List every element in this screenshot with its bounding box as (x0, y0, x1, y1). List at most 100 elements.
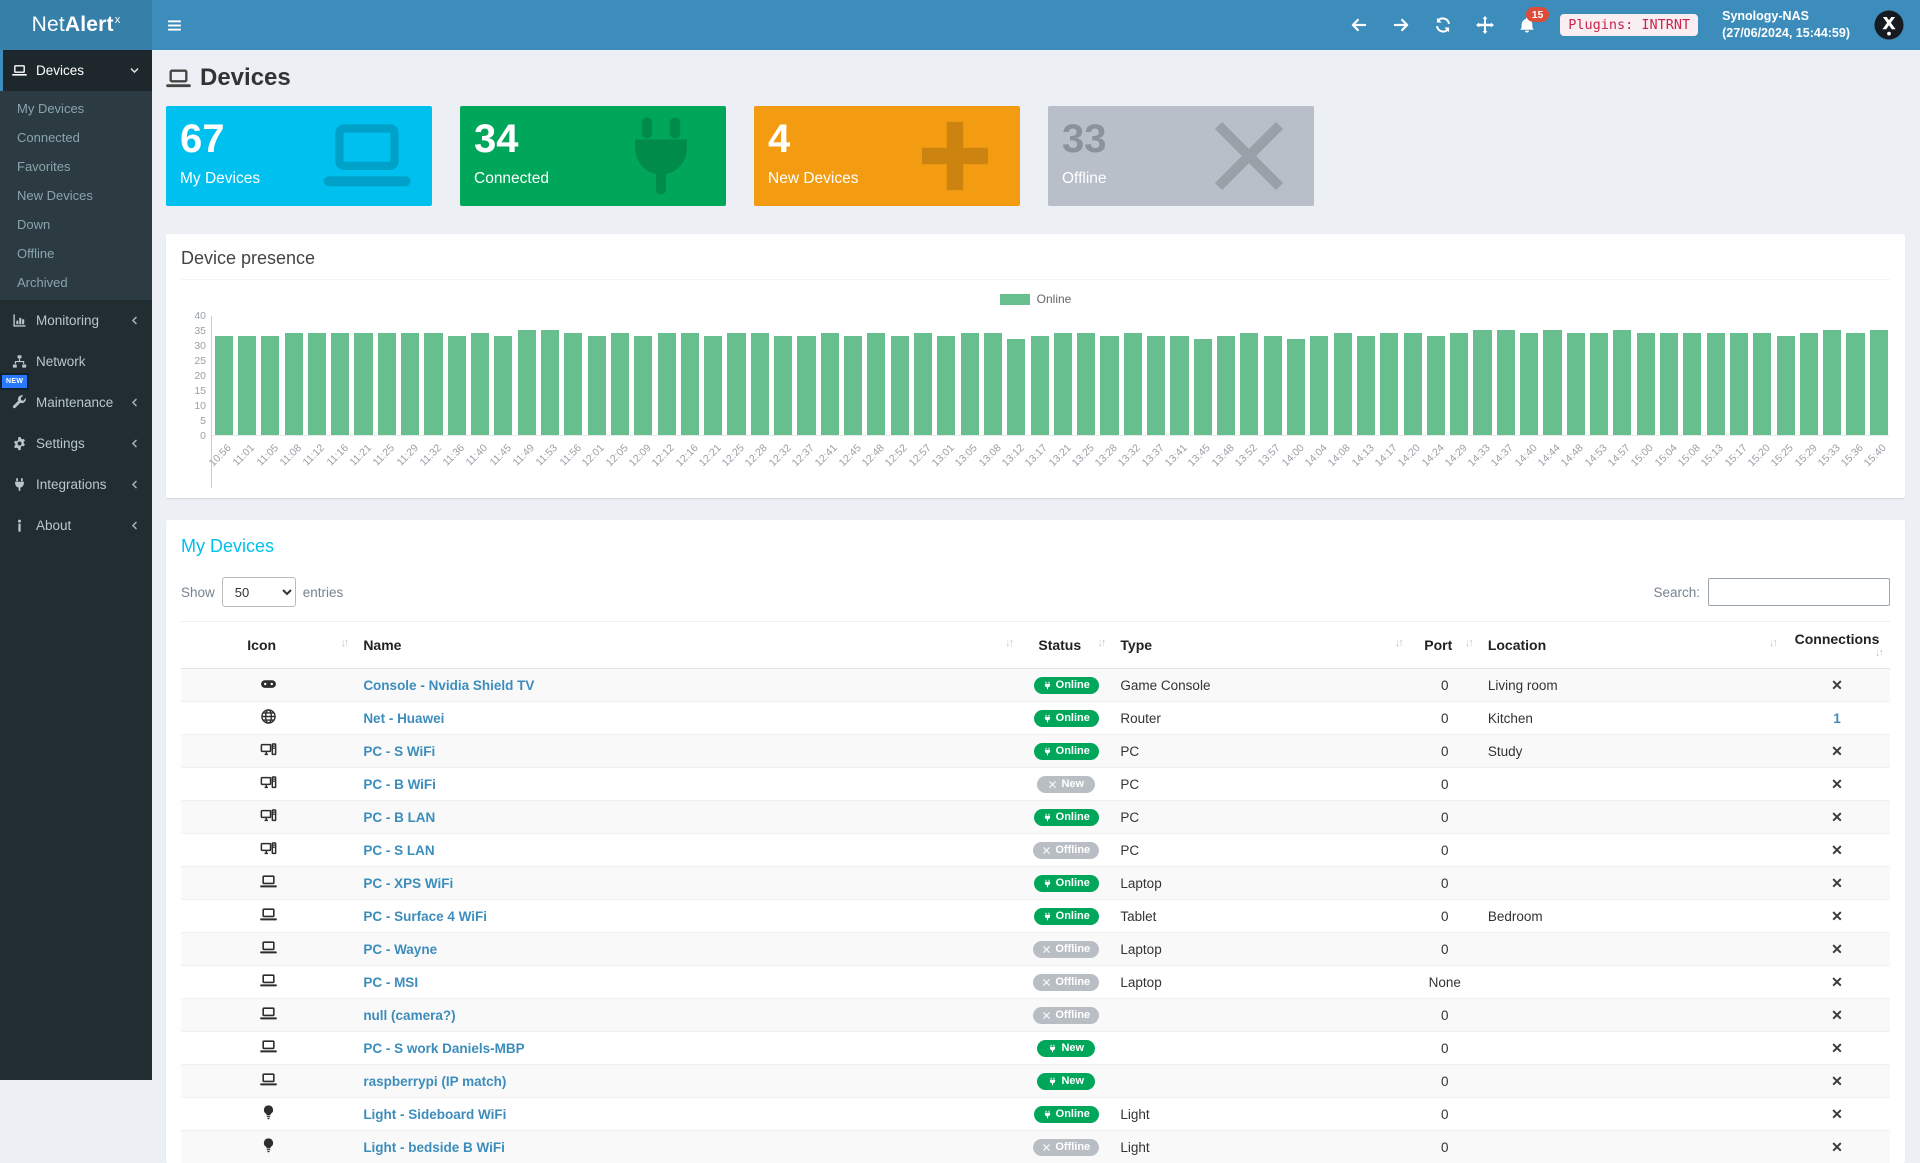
chart-bar (935, 316, 958, 435)
device-port: 0 (1410, 834, 1480, 867)
table-row: PC - B LANOnlinePC0✕ (181, 801, 1890, 834)
device-name-link[interactable]: PC - MSI (363, 975, 418, 990)
chart-bar (1354, 316, 1377, 435)
column-header-name[interactable]: Name↓↑ (355, 622, 1020, 669)
device-presence-panel: Device presence Online 0510152025303540 … (166, 234, 1905, 498)
column-header-location[interactable]: Location↓↑ (1480, 622, 1784, 669)
device-location: Bedroom (1480, 900, 1784, 933)
status-label: Offline (1055, 845, 1090, 856)
desktop-icon (260, 807, 277, 824)
page-size-select[interactable]: 50 (222, 577, 296, 607)
user-avatar[interactable] (1874, 10, 1904, 40)
sidebar-subitem-offline[interactable]: Offline (0, 239, 152, 268)
table-row: Console - Nvidia Shield TVOnlineGame Con… (181, 669, 1890, 702)
status-badge: Online (1034, 875, 1099, 892)
sidebar-subitem-connected[interactable]: Connected (0, 123, 152, 152)
card-offline[interactable]: 33Offline (1048, 106, 1314, 206)
device-name-link[interactable]: null (camera?) (363, 1008, 455, 1023)
app-logo[interactable]: NetAlertx (0, 0, 152, 50)
status-badge: Offline (1033, 1007, 1099, 1024)
search-input[interactable] (1708, 578, 1890, 606)
card-connected[interactable]: 34Connected (460, 106, 726, 206)
device-name-link[interactable]: Light - Sideboard WiFi (363, 1107, 506, 1122)
status-label: Offline (1055, 1010, 1090, 1021)
sidebar-item-maintenance[interactable]: NEWMaintenance (0, 382, 152, 423)
sidebar-subitem-archived[interactable]: Archived (0, 268, 152, 297)
device-name-link[interactable]: raspberrypi (IP match) (363, 1074, 506, 1089)
sort-icon: ↓↑ (1465, 637, 1472, 649)
plugins-status-chip[interactable]: Plugins: INTRNT (1560, 14, 1698, 36)
laptop-icon (312, 112, 422, 200)
chart-bar (772, 316, 795, 435)
device-name-link[interactable]: PC - XPS WiFi (363, 876, 453, 891)
no-connections-icon: ✕ (1831, 1007, 1843, 1023)
sidebar-item-about[interactable]: About (0, 505, 152, 546)
status-label: Online (1056, 680, 1090, 691)
hamburger-icon (166, 17, 183, 34)
column-header-type[interactable]: Type↓↑ (1112, 622, 1409, 669)
nav-forward-button[interactable] (1392, 16, 1410, 34)
device-name-link[interactable]: Console - Nvidia Shield TV (363, 678, 534, 693)
sort-icon: ↓↑ (1097, 637, 1104, 649)
device-name-link[interactable]: PC - S work Daniels-MBP (363, 1041, 524, 1056)
sidebar-item-monitoring[interactable]: Monitoring (0, 300, 152, 341)
connections-count-link[interactable]: 1 (1833, 711, 1841, 726)
device-name-link[interactable]: Light - bedside B WiFi (363, 1140, 505, 1155)
column-header-icon[interactable]: Icon↓↑ (181, 622, 355, 669)
nav-back-button[interactable] (1350, 16, 1368, 34)
status-badge: Online (1034, 1106, 1099, 1123)
status-badge: Offline (1033, 941, 1099, 958)
sidebar-subitem-down[interactable]: Down (0, 210, 152, 239)
device-name-link[interactable]: PC - B WiFi (363, 777, 436, 792)
sidebar-toggle-button[interactable] (152, 0, 196, 50)
table-row: PC - Surface 4 WiFiOnlineTablet0Bedroom✕ (181, 900, 1890, 933)
device-name-link[interactable]: PC - Wayne (363, 942, 437, 957)
y-tick-label: 30 (194, 340, 206, 352)
sidebar-subitem-my-devices[interactable]: My Devices (0, 94, 152, 123)
notifications-button[interactable]: 15 (1518, 16, 1536, 34)
device-name-link[interactable]: PC - Surface 4 WiFi (363, 909, 487, 924)
chevron-left-icon (129, 438, 140, 449)
chart-bar (748, 316, 771, 435)
device-name-link[interactable]: PC - B LAN (363, 810, 435, 825)
laptop-icon (166, 66, 191, 91)
sidebar-item-integrations[interactable]: Integrations (0, 464, 152, 505)
device-name-link[interactable]: PC - S LAN (363, 843, 434, 858)
table-row: PC - S LANOfflinePC0✕ (181, 834, 1890, 867)
x-tick-label: 11:16 (329, 436, 352, 488)
x-tick-label: 11:12 (305, 436, 328, 488)
chart-bar (1494, 316, 1517, 435)
column-header-port[interactable]: Port↓↑ (1410, 622, 1480, 669)
chart-bar (981, 316, 1004, 435)
chart-bar (492, 316, 515, 435)
sidebar-item-label: About (36, 518, 71, 533)
column-header-connections[interactable]: Connections↓↑ (1784, 622, 1890, 669)
no-connections-icon: ✕ (1831, 776, 1843, 792)
column-header-status[interactable]: Status↓↑ (1020, 622, 1112, 669)
sidebar-item-settings[interactable]: Settings (0, 423, 152, 464)
sidebar-subitem-new-devices[interactable]: New Devices (0, 181, 152, 210)
device-name-link[interactable]: PC - S WiFi (363, 744, 435, 759)
card-my-devices[interactable]: 67My Devices (166, 106, 432, 206)
device-location (1480, 1032, 1784, 1065)
move-arrows-button[interactable] (1476, 16, 1494, 34)
refresh-button[interactable] (1434, 16, 1452, 34)
sort-icon: ↓↑ (340, 637, 347, 649)
table-controls: Show 50 entries Search: (181, 577, 1890, 607)
no-connections-icon: ✕ (1831, 875, 1843, 891)
entries-label: entries (303, 585, 344, 600)
lightbulb-icon (260, 1104, 277, 1121)
gamepad-icon (260, 675, 277, 692)
device-name-link[interactable]: Net - Huawei (363, 711, 444, 726)
x-tick-label: 11:29 (399, 436, 422, 488)
chart-bar (1867, 316, 1890, 435)
sidebar-subitem-favorites[interactable]: Favorites (0, 152, 152, 181)
sidebar-item-devices[interactable]: Devices (0, 50, 152, 91)
sidebar-item-label: Monitoring (36, 313, 99, 328)
chart-bar (841, 316, 864, 435)
table-row: PC - S work Daniels-MBPNew0✕ (181, 1032, 1890, 1065)
x-icon (1042, 978, 1051, 987)
card-new-devices[interactable]: 4New Devices (754, 106, 1020, 206)
chart-bar (445, 316, 468, 435)
chart-bar (352, 316, 375, 435)
